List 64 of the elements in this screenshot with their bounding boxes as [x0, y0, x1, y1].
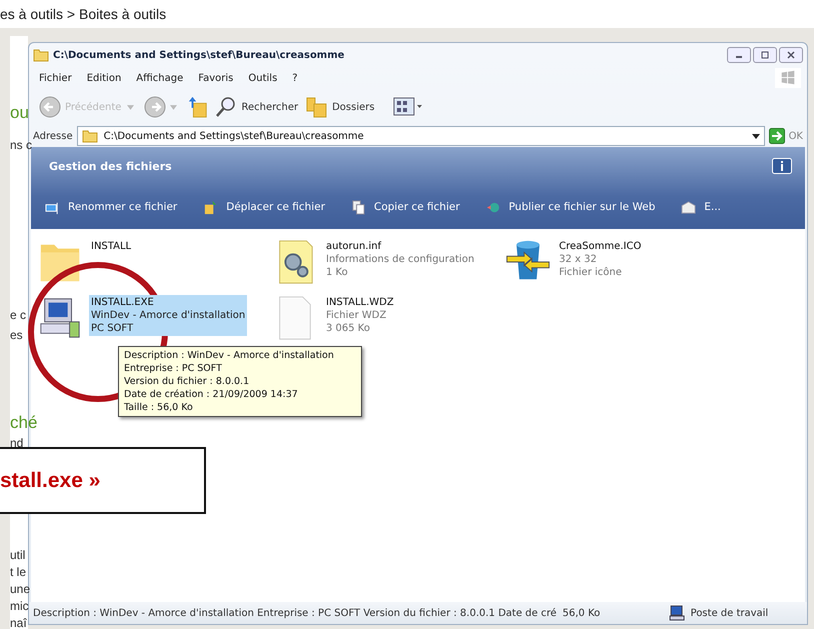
file-label: INSTALL.EXE WinDev - Amorce d'installation PC SOFT — [89, 295, 248, 336]
file-item[interactable]: autorun.inf Informations de configuration 1 Ko — [272, 239, 505, 289]
address-label: Adresse — [33, 130, 73, 142]
page-text-fragment: es — [10, 328, 23, 342]
page-text-fragment: une — [10, 582, 30, 596]
views-icon[interactable] — [392, 97, 423, 117]
page-text-fragment: util — [10, 548, 26, 562]
menu-item[interactable]: Affichage — [136, 72, 184, 84]
file-item[interactable]: INSTALL.EXE WinDev - Amorce d'installation PC SOFT — [37, 295, 272, 345]
menu-item[interactable]: ? — [292, 72, 298, 84]
menu-item[interactable]: Edition — [86, 72, 122, 84]
menu-item[interactable]: Favoris — [198, 72, 234, 84]
panel-title: Gestion des fichiers — [49, 160, 172, 172]
folder-icon — [33, 47, 49, 63]
close-button[interactable] — [779, 47, 803, 63]
page-text-fragment: ou — [10, 103, 29, 123]
page-text-fragment: ché — [10, 413, 38, 433]
file-item[interactable]: INSTALL.WDZ Fichier WDZ 3 065 Ko — [272, 295, 505, 345]
minimize-button[interactable] — [727, 47, 751, 63]
dropdown-icon[interactable] — [752, 134, 760, 138]
folder-icon — [82, 128, 98, 144]
task-link[interactable]: Copier ce fichier — [351, 200, 460, 214]
back-icon — [39, 96, 61, 118]
file-item[interactable]: CreaSomme.ICO 32 x 32 Fichier icône — [505, 239, 745, 289]
file-label: autorun.inf Informations de configuration 1 Ko — [325, 240, 476, 280]
menu-item[interactable]: Outils — [248, 72, 278, 84]
task-link[interactable]: E... — [681, 200, 721, 214]
maximize-button[interactable] — [753, 47, 777, 63]
menu-item[interactable]: Fichier — [39, 72, 72, 84]
page-text-fragment: mic — [10, 599, 29, 613]
go-arrow-icon — [768, 128, 785, 144]
search-icon — [215, 96, 238, 118]
forward-icon[interactable] — [144, 96, 166, 118]
page-text-fragment: nd — [10, 436, 24, 450]
close-icon — [786, 50, 796, 60]
windows-logo-icon — [775, 68, 801, 88]
folders-icon — [306, 96, 328, 118]
computer-icon — [668, 605, 685, 621]
page-text-fragment: e c — [10, 308, 26, 322]
folder-up-icon[interactable] — [187, 96, 210, 118]
file-label: INSTALL.WDZ Fichier WDZ 3 065 Ko — [325, 296, 395, 336]
search-button[interactable]: Rechercher — [213, 96, 300, 118]
file-tooltip: Description : WinDev - Amorce d'installation Entreprise : PC SOFT Version du fichier : 8.0.0.1 Date de création : 21/09/2009 14:37 Taille : 56,0 Ko — [118, 346, 362, 417]
callout-text: stall.exe » — [0, 468, 100, 492]
copy-icon — [351, 200, 366, 214]
move-folder-icon — [203, 200, 218, 214]
breadcrumb: es à outils > Boites à outils — [0, 6, 166, 22]
file-label: CreaSomme.ICO 32 x 32 Fichier icône — [558, 240, 642, 280]
status-text: Description : WinDev - Amorce d'installation Entreprise : PC SOFT Version du fichier : 8.0.0.1 Date de cré — [33, 608, 557, 618]
folders-button[interactable]: Dossiers — [304, 96, 377, 118]
status-size: 56,0 Ko — [562, 608, 602, 618]
task-link[interactable]: Publier ce fichier sur le Web — [486, 200, 656, 214]
window-title: C:\Documents and Settings\stef\Bureau\creasomme — [53, 50, 344, 60]
address-field[interactable]: C:\Documents and Settings\stef\Bureau\creasomme — [76, 126, 765, 146]
task-link[interactable]: Renommer ce fichier — [45, 200, 178, 214]
file-item[interactable]: INSTALL — [37, 239, 272, 289]
page-text-fragment: ns c — [10, 138, 32, 152]
task-link[interactable]: Déplacer ce fichier — [203, 200, 326, 214]
page-text-fragment: t le — [10, 565, 26, 579]
status-zone: Poste de travail — [690, 608, 768, 618]
page-text-fragment: naî — [10, 616, 27, 629]
maximize-icon — [760, 50, 770, 60]
info-icon[interactable] — [771, 158, 793, 174]
file-label: INSTALL — [90, 240, 132, 254]
